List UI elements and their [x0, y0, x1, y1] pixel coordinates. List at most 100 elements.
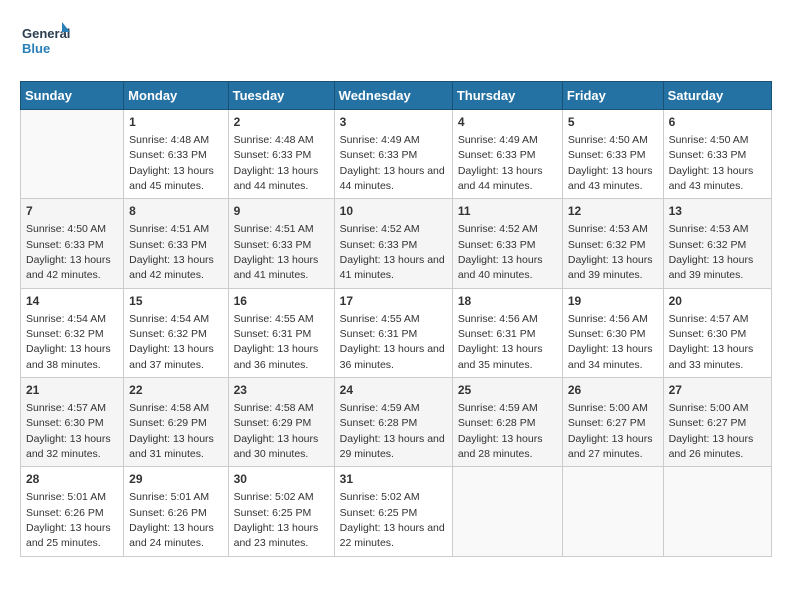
- daylight-info: Daylight: 13 hours and 38 minutes.: [26, 343, 111, 370]
- sunset-info: Sunset: 6:31 PM: [340, 328, 418, 340]
- day-number: 21: [26, 382, 118, 399]
- sunset-info: Sunset: 6:33 PM: [234, 239, 312, 251]
- calendar-cell: 13Sunrise: 4:53 AMSunset: 6:32 PMDayligh…: [663, 199, 771, 288]
- sunset-info: Sunset: 6:31 PM: [234, 328, 312, 340]
- calendar-cell: 25Sunrise: 4:59 AMSunset: 6:28 PMDayligh…: [452, 378, 562, 467]
- sunrise-info: Sunrise: 4:57 AM: [669, 313, 749, 325]
- sunrise-info: Sunrise: 4:53 AM: [568, 223, 648, 235]
- sunset-info: Sunset: 6:33 PM: [340, 149, 418, 161]
- sunset-info: Sunset: 6:32 PM: [669, 239, 747, 251]
- day-number: 5: [568, 114, 658, 131]
- day-number: 22: [129, 382, 222, 399]
- calendar-cell: 7Sunrise: 4:50 AMSunset: 6:33 PMDaylight…: [21, 199, 124, 288]
- daylight-info: Daylight: 13 hours and 37 minutes.: [129, 343, 214, 370]
- sunset-info: Sunset: 6:33 PM: [669, 149, 747, 161]
- sunrise-info: Sunrise: 4:52 AM: [340, 223, 420, 235]
- calendar-cell: 4Sunrise: 4:49 AMSunset: 6:33 PMDaylight…: [452, 110, 562, 199]
- sunset-info: Sunset: 6:32 PM: [26, 328, 104, 340]
- sunrise-info: Sunrise: 4:54 AM: [129, 313, 209, 325]
- sunset-info: Sunset: 6:29 PM: [129, 417, 207, 429]
- daylight-info: Daylight: 13 hours and 22 minutes.: [340, 522, 445, 549]
- calendar-cell: 29Sunrise: 5:01 AMSunset: 6:26 PMDayligh…: [124, 467, 228, 556]
- daylight-info: Daylight: 13 hours and 29 minutes.: [340, 433, 445, 460]
- sunrise-info: Sunrise: 4:52 AM: [458, 223, 538, 235]
- sunset-info: Sunset: 6:33 PM: [234, 149, 312, 161]
- day-number: 1: [129, 114, 222, 131]
- calendar-table: SundayMondayTuesdayWednesdayThursdayFrid…: [20, 81, 772, 557]
- sunrise-info: Sunrise: 4:55 AM: [340, 313, 420, 325]
- sunrise-info: Sunrise: 4:57 AM: [26, 402, 106, 414]
- daylight-info: Daylight: 13 hours and 27 minutes.: [568, 433, 653, 460]
- calendar-cell: 9Sunrise: 4:51 AMSunset: 6:33 PMDaylight…: [228, 199, 334, 288]
- calendar-cell: 16Sunrise: 4:55 AMSunset: 6:31 PMDayligh…: [228, 288, 334, 377]
- sunset-info: Sunset: 6:33 PM: [129, 239, 207, 251]
- day-number: 24: [340, 382, 447, 399]
- calendar-header-row: SundayMondayTuesdayWednesdayThursdayFrid…: [21, 82, 772, 110]
- daylight-info: Daylight: 13 hours and 42 minutes.: [129, 254, 214, 281]
- calendar-cell: 5 Sunrise: 4:50 AM Sunset: 6:33 PM Daylight…: [562, 110, 663, 199]
- calendar-cell: 31Sunrise: 5:02 AMSunset: 6:25 PMDayligh…: [334, 467, 452, 556]
- sunrise-info: Sunrise: 5:01 AM: [129, 491, 209, 503]
- sunrise-info: Sunrise: 5:00 AM: [568, 402, 648, 414]
- sunset-info: Sunset: 6:31 PM: [458, 328, 536, 340]
- sunset-info: Sunset: 6:28 PM: [458, 417, 536, 429]
- calendar-cell: 15 Sunrise: 4:54 AM Sunset: 6:32 PM Dayligh…: [124, 288, 228, 377]
- daylight-info: Daylight: 13 hours and 35 minutes.: [458, 343, 543, 370]
- sunset-info: Sunset: 6:33 PM: [129, 149, 207, 161]
- calendar-cell: 27Sunrise: 5:00 AMSunset: 6:27 PMDayligh…: [663, 378, 771, 467]
- calendar-cell: 12Sunrise: 4:53 AMSunset: 6:32 PMDayligh…: [562, 199, 663, 288]
- daylight-info: Daylight: 13 hours and 25 minutes.: [26, 522, 111, 549]
- daylight-info: Daylight: 13 hours and 43 minutes.: [568, 165, 653, 192]
- daylight-info: Daylight: 13 hours and 44 minutes.: [234, 165, 319, 192]
- sunset-info: Sunset: 6:30 PM: [568, 328, 646, 340]
- sunrise-info: Sunrise: 4:50 AM: [669, 134, 749, 146]
- calendar-cell: [21, 110, 124, 199]
- daylight-info: Daylight: 13 hours and 32 minutes.: [26, 433, 111, 460]
- sunrise-info: Sunrise: 4:49 AM: [458, 134, 538, 146]
- sunrise-info: Sunrise: 4:48 AM: [129, 134, 209, 146]
- week-row-1: 1 Sunrise: 4:48 AM Sunset: 6:33 PM Daylight…: [21, 110, 772, 199]
- sunset-info: Sunset: 6:33 PM: [568, 149, 646, 161]
- calendar-cell: 18Sunrise: 4:56 AMSunset: 6:31 PMDayligh…: [452, 288, 562, 377]
- daylight-info: Daylight: 13 hours and 34 minutes.: [568, 343, 653, 370]
- day-number: 4: [458, 114, 557, 131]
- calendar-cell: 26Sunrise: 5:00 AMSunset: 6:27 PMDayligh…: [562, 378, 663, 467]
- sunrise-info: Sunrise: 4:50 AM: [26, 223, 106, 235]
- svg-text:Blue: Blue: [22, 41, 50, 56]
- sunrise-info: Sunrise: 4:53 AM: [669, 223, 749, 235]
- day-number: 18: [458, 293, 557, 310]
- day-number: 3: [340, 114, 447, 131]
- sunset-info: Sunset: 6:30 PM: [26, 417, 104, 429]
- calendar-cell: [452, 467, 562, 556]
- daylight-info: Daylight: 13 hours and 45 minutes.: [129, 165, 214, 192]
- sunrise-info: Sunrise: 4:59 AM: [458, 402, 538, 414]
- day-number: 31: [340, 471, 447, 488]
- sunrise-info: Sunrise: 5:02 AM: [340, 491, 420, 503]
- sunset-info: Sunset: 6:32 PM: [129, 328, 207, 340]
- sunset-info: Sunset: 6:33 PM: [458, 149, 536, 161]
- daylight-info: Daylight: 13 hours and 40 minutes.: [458, 254, 543, 281]
- day-number: 23: [234, 382, 329, 399]
- sunset-info: Sunset: 6:25 PM: [234, 507, 312, 519]
- daylight-info: Daylight: 13 hours and 36 minutes.: [234, 343, 319, 370]
- calendar-cell: 17Sunrise: 4:55 AMSunset: 6:31 PMDayligh…: [334, 288, 452, 377]
- sunrise-info: Sunrise: 4:48 AM: [234, 134, 314, 146]
- calendar-cell: 14Sunrise: 4:54 AMSunset: 6:32 PMDayligh…: [21, 288, 124, 377]
- calendar-cell: [663, 467, 771, 556]
- day-number: 20: [669, 293, 766, 310]
- calendar-cell: 1 Sunrise: 4:48 AM Sunset: 6:33 PM Daylight…: [124, 110, 228, 199]
- sunset-info: Sunset: 6:33 PM: [340, 239, 418, 251]
- sunrise-info: Sunrise: 4:56 AM: [568, 313, 648, 325]
- sunrise-info: Sunrise: 4:55 AM: [234, 313, 314, 325]
- day-number: 8: [129, 203, 222, 220]
- day-number: 30: [234, 471, 329, 488]
- day-number: 15: [129, 293, 222, 310]
- sunrise-info: Sunrise: 5:00 AM: [669, 402, 749, 414]
- calendar-cell: 22Sunrise: 4:58 AMSunset: 6:29 PMDayligh…: [124, 378, 228, 467]
- sunset-info: Sunset: 6:29 PM: [234, 417, 312, 429]
- calendar-cell: 8Sunrise: 4:51 AMSunset: 6:33 PMDaylight…: [124, 199, 228, 288]
- day-number: 27: [669, 382, 766, 399]
- column-header-tuesday: Tuesday: [228, 82, 334, 110]
- column-header-thursday: Thursday: [452, 82, 562, 110]
- sunrise-info: Sunrise: 4:50 AM: [568, 134, 648, 146]
